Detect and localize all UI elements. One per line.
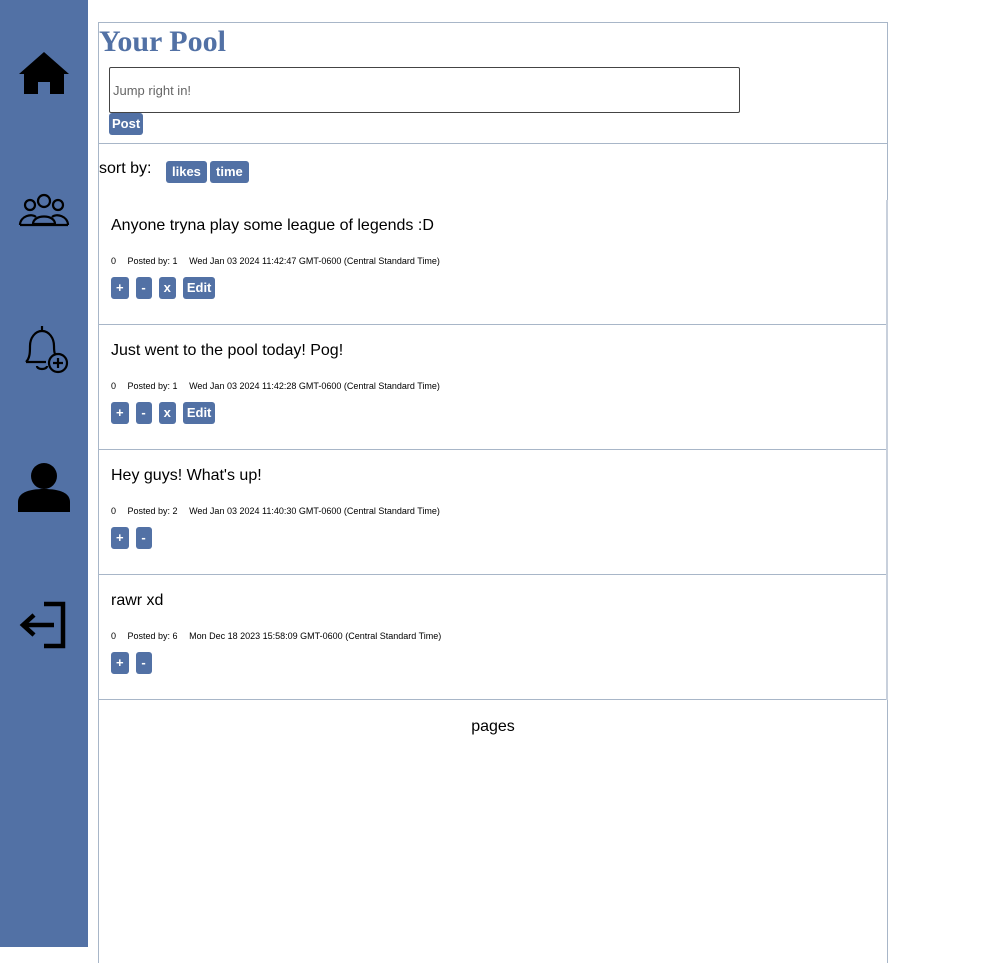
post-feed: Anyone tryna play some league of legends… <box>99 200 888 700</box>
downvote-button[interactable]: - <box>135 277 152 299</box>
post-actions: + - x Edit <box>111 277 222 299</box>
like-count: 0 <box>111 631 117 641</box>
post-author: Posted by: 1 <box>127 381 178 391</box>
post-meta: 0 Posted by: 6 Mon Dec 18 2023 15:58:09 … <box>111 631 450 641</box>
pool-panel: Your Pool Post sort by: likes time Anyon… <box>98 22 888 963</box>
post-author: Posted by: 6 <box>127 631 178 641</box>
sidebar <box>0 0 88 947</box>
post-actions: + - <box>111 527 159 549</box>
group-icon[interactable] <box>16 184 72 240</box>
logout-icon[interactable] <box>16 598 72 654</box>
post-timestamp: Wed Jan 03 2024 11:42:28 GMT-0600 (Centr… <box>189 381 440 391</box>
downvote-button[interactable]: - <box>135 402 152 424</box>
post-meta: 0 Posted by: 2 Wed Jan 03 2024 11:40:30 … <box>111 506 449 516</box>
edit-button[interactable]: Edit <box>182 277 216 299</box>
sort-label: sort by: <box>99 160 152 177</box>
sort-likes-button[interactable]: likes <box>166 161 207 183</box>
like-count: 0 <box>111 506 117 516</box>
post-actions: + - <box>111 652 159 674</box>
person-icon[interactable] <box>16 460 72 516</box>
post-text: rawr xd <box>111 592 164 609</box>
post-text: Anyone tryna play some league of legends… <box>111 217 434 234</box>
post-item: Just went to the pool today! Pog! 0 Post… <box>99 325 886 450</box>
like-count: 0 <box>111 381 117 391</box>
post-timestamp: Wed Jan 03 2024 11:40:30 GMT-0600 (Centr… <box>189 506 440 516</box>
post-meta: 0 Posted by: 1 Wed Jan 03 2024 11:42:47 … <box>111 256 449 266</box>
delete-button[interactable]: x <box>158 277 176 299</box>
post-author: Posted by: 2 <box>127 506 178 516</box>
upvote-button[interactable]: + <box>111 402 129 424</box>
post-item: rawr xd 0 Posted by: 6 Mon Dec 18 2023 1… <box>99 575 886 700</box>
post-text: Hey guys! What's up! <box>111 467 262 484</box>
downvote-button[interactable]: - <box>135 527 152 549</box>
bell-add-icon[interactable] <box>16 322 72 378</box>
upvote-button[interactable]: + <box>111 527 129 549</box>
page-title: Your Pool <box>99 25 226 58</box>
downvote-button[interactable]: - <box>135 652 152 674</box>
home-icon[interactable] <box>16 46 72 102</box>
post-input[interactable] <box>109 67 740 113</box>
upvote-button[interactable]: + <box>111 652 129 674</box>
post-actions: + - x Edit <box>111 402 222 424</box>
post-author: Posted by: 1 <box>127 256 178 266</box>
pagination[interactable]: pages <box>99 718 887 736</box>
post-text: Just went to the pool today! Pog! <box>111 342 344 359</box>
delete-button[interactable]: x <box>158 402 176 424</box>
sort-time-button[interactable]: time <box>210 161 249 183</box>
post-timestamp: Wed Jan 03 2024 11:42:47 GMT-0600 (Centr… <box>189 256 440 266</box>
upvote-button[interactable]: + <box>111 277 129 299</box>
post-timestamp: Mon Dec 18 2023 15:58:09 GMT-0600 (Centr… <box>189 631 442 641</box>
edit-button[interactable]: Edit <box>182 402 216 424</box>
post-meta: 0 Posted by: 1 Wed Jan 03 2024 11:42:28 … <box>111 381 449 391</box>
like-count: 0 <box>111 256 117 266</box>
post-item: Anyone tryna play some league of legends… <box>99 200 886 325</box>
divider <box>99 143 887 144</box>
post-button[interactable]: Post <box>109 113 144 135</box>
post-item: Hey guys! What's up! 0 Posted by: 2 Wed … <box>99 450 886 575</box>
